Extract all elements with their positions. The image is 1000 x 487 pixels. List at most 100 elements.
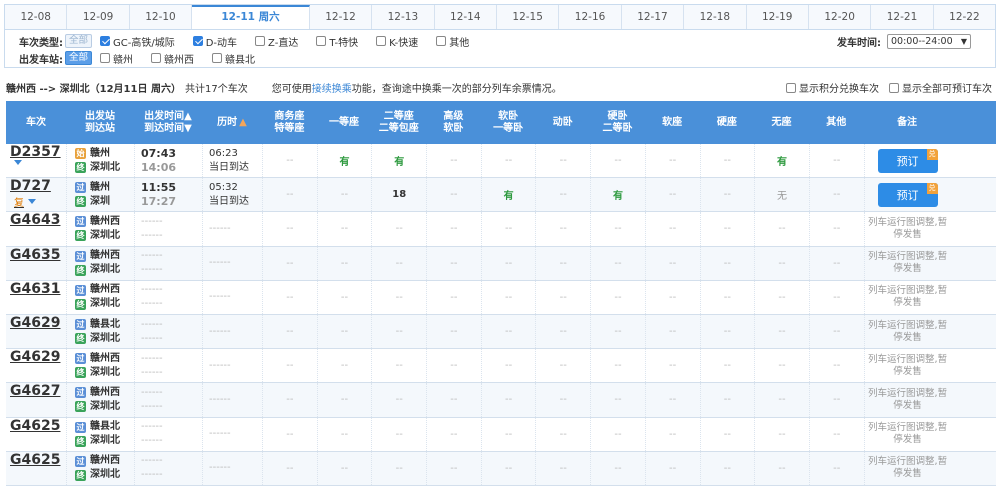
train-type-checkbox[interactable]: D-动车 [192,34,237,49]
seat-cell[interactable]: 18 [371,178,426,212]
train-number-link[interactable]: D2357 [10,144,61,160]
duration: ------ [209,325,231,337]
seat-cell: -- [426,178,481,212]
seat-availability: -- [286,326,294,338]
show-points-trains-checkbox[interactable]: 显示积分兑换车次 [786,80,879,95]
train-number-link[interactable]: G4643 [10,212,60,228]
seat-cell: -- [590,451,645,485]
header-train[interactable]: 车次 [6,101,66,144]
table-body: D2357 始赣州终深圳北 07:43 14:06 06:23 当日到达 -- 有有 -- -- -… [6,144,996,486]
date-tab[interactable]: 12-17 [622,5,685,29]
seat-cell[interactable]: 有 [590,178,645,212]
seat-cell: -- [371,349,426,383]
seat-cell: -- [316,383,372,417]
seat-cell: -- [644,383,700,417]
train-number-link[interactable]: G4635 [10,247,60,263]
train-type-label: 车次类型: [19,37,63,49]
chevron-down-icon: ▼ [960,37,967,46]
seat-cell: -- [699,280,755,314]
show-all-bookable-checkbox[interactable]: 显示全部可预订车次 [889,80,992,95]
time-cell: ------ ------ [134,451,202,485]
seat-cell[interactable]: 有 [371,144,426,178]
seat-cell: -- [590,349,645,383]
end-icon: 终 [75,435,86,447]
from-station: 始赣州 [75,147,110,161]
train-number-link[interactable]: G4631 [10,281,60,297]
to-station-name: 深圳北 [90,332,120,344]
seat-cell[interactable]: 有 [316,144,372,178]
station-checkbox[interactable]: 赣州西 [151,51,194,66]
train-number-link[interactable]: G4627 [10,383,60,399]
seat-availability: -- [669,326,677,338]
seat-availability: 有 [339,157,350,169]
date-tab[interactable]: 12-12 [310,5,373,29]
chevron-down-icon[interactable] [28,199,36,205]
seat-cell: -- [480,383,536,417]
checkbox-box [436,36,447,46]
header-soft-first: 软卧 一等卧 [481,101,536,144]
train-type-all-button[interactable]: 全部 [65,34,93,48]
seat-availability: -- [450,462,458,474]
book-button[interactable]: 预订兑 [877,182,938,207]
suspend-note: 列车运行图调整,暂停发售 [868,387,948,411]
seat-cell[interactable]: 有 [754,144,809,178]
seat-cell: -- [426,280,481,314]
train-number-link[interactable]: G4625 [10,452,60,468]
duration-cell: ------ [202,314,262,349]
end-icon: 终 [75,230,86,242]
pass-icon: 过 [75,284,86,296]
train-type-checkbox[interactable]: 其他 [436,34,469,49]
train-type-checkbox[interactable]: GC-高铁/城际 [100,34,175,49]
seat-availability: -- [614,223,622,235]
depart-time-select[interactable]: 00:00--24:00 ▼ [887,34,971,49]
date-tab[interactable]: 12-19 [747,5,809,29]
train-number-link[interactable]: D727 [10,178,51,194]
display-options: 显示积分兑换车次 显示全部可预订车次 [780,80,996,95]
date-tab[interactable]: 12-13 [372,5,435,29]
date-tab[interactable]: 12-09 [67,5,130,29]
date-tab[interactable]: 12-15 [497,5,560,29]
seat-cell: -- [371,417,426,451]
train-type-checkbox[interactable]: T-特快 [316,34,358,49]
date-tab[interactable]: 12-10 [130,5,193,29]
transfer-link[interactable]: 接续换乘 [312,84,352,95]
train-number-link[interactable]: G4629 [10,315,60,331]
train-type-checkbox[interactable]: Z-直达 [255,34,298,49]
suspend-note: 列车运行图调整,暂停发售 [868,456,948,480]
date-tab[interactable]: 12-22 [934,5,995,29]
seat-availability: -- [833,462,841,474]
station-cell: 过赣州终深圳 [66,178,134,212]
date-tab[interactable]: 12-18 [684,5,747,29]
station-checkbox[interactable]: 赣县北 [212,51,255,66]
book-button[interactable]: 预订兑 [877,148,938,173]
station-cell: 过赣州西终深圳北 [66,349,134,383]
seat-availability: -- [559,360,567,372]
seat-cell: -- [316,212,372,246]
seat-availability: -- [833,326,841,338]
seat-cell: -- [426,246,481,280]
date-tab[interactable]: 12-08 [5,5,68,29]
seat-availability: -- [504,394,513,406]
date-tab[interactable]: 12-21 [871,5,934,29]
seat-availability: -- [614,326,622,338]
date-tab[interactable]: 12-14 [435,5,497,29]
header-station[interactable]: 出发站 到达站 [66,101,134,144]
header-line: 到达站 [85,122,115,134]
date-tab[interactable]: 12-11 周六 [192,5,310,29]
seat-cell: -- [644,178,700,212]
date-tab[interactable]: 12-16 [559,5,622,29]
seat-cell[interactable]: 有 [480,178,536,212]
train-type-checkbox[interactable]: K-快速 [376,34,418,49]
train-number-link[interactable]: G4625 [10,418,60,434]
station-all-button[interactable]: 全部 [65,51,93,65]
seat-availability: -- [504,428,513,440]
station-checkbox[interactable]: 赣州 [100,51,133,66]
chevron-down-icon[interactable] [14,160,22,165]
header-time[interactable]: 出发时间▲ 到达时间▼ [134,101,202,144]
header-duration[interactable]: 历时 ▲ [202,101,262,144]
train-number-link[interactable]: G4629 [10,349,60,365]
date-tab[interactable]: 12-20 [809,5,872,29]
points-icon: 兑 [926,148,938,160]
seat-availability: -- [395,428,403,440]
seat-availability: -- [450,428,458,440]
